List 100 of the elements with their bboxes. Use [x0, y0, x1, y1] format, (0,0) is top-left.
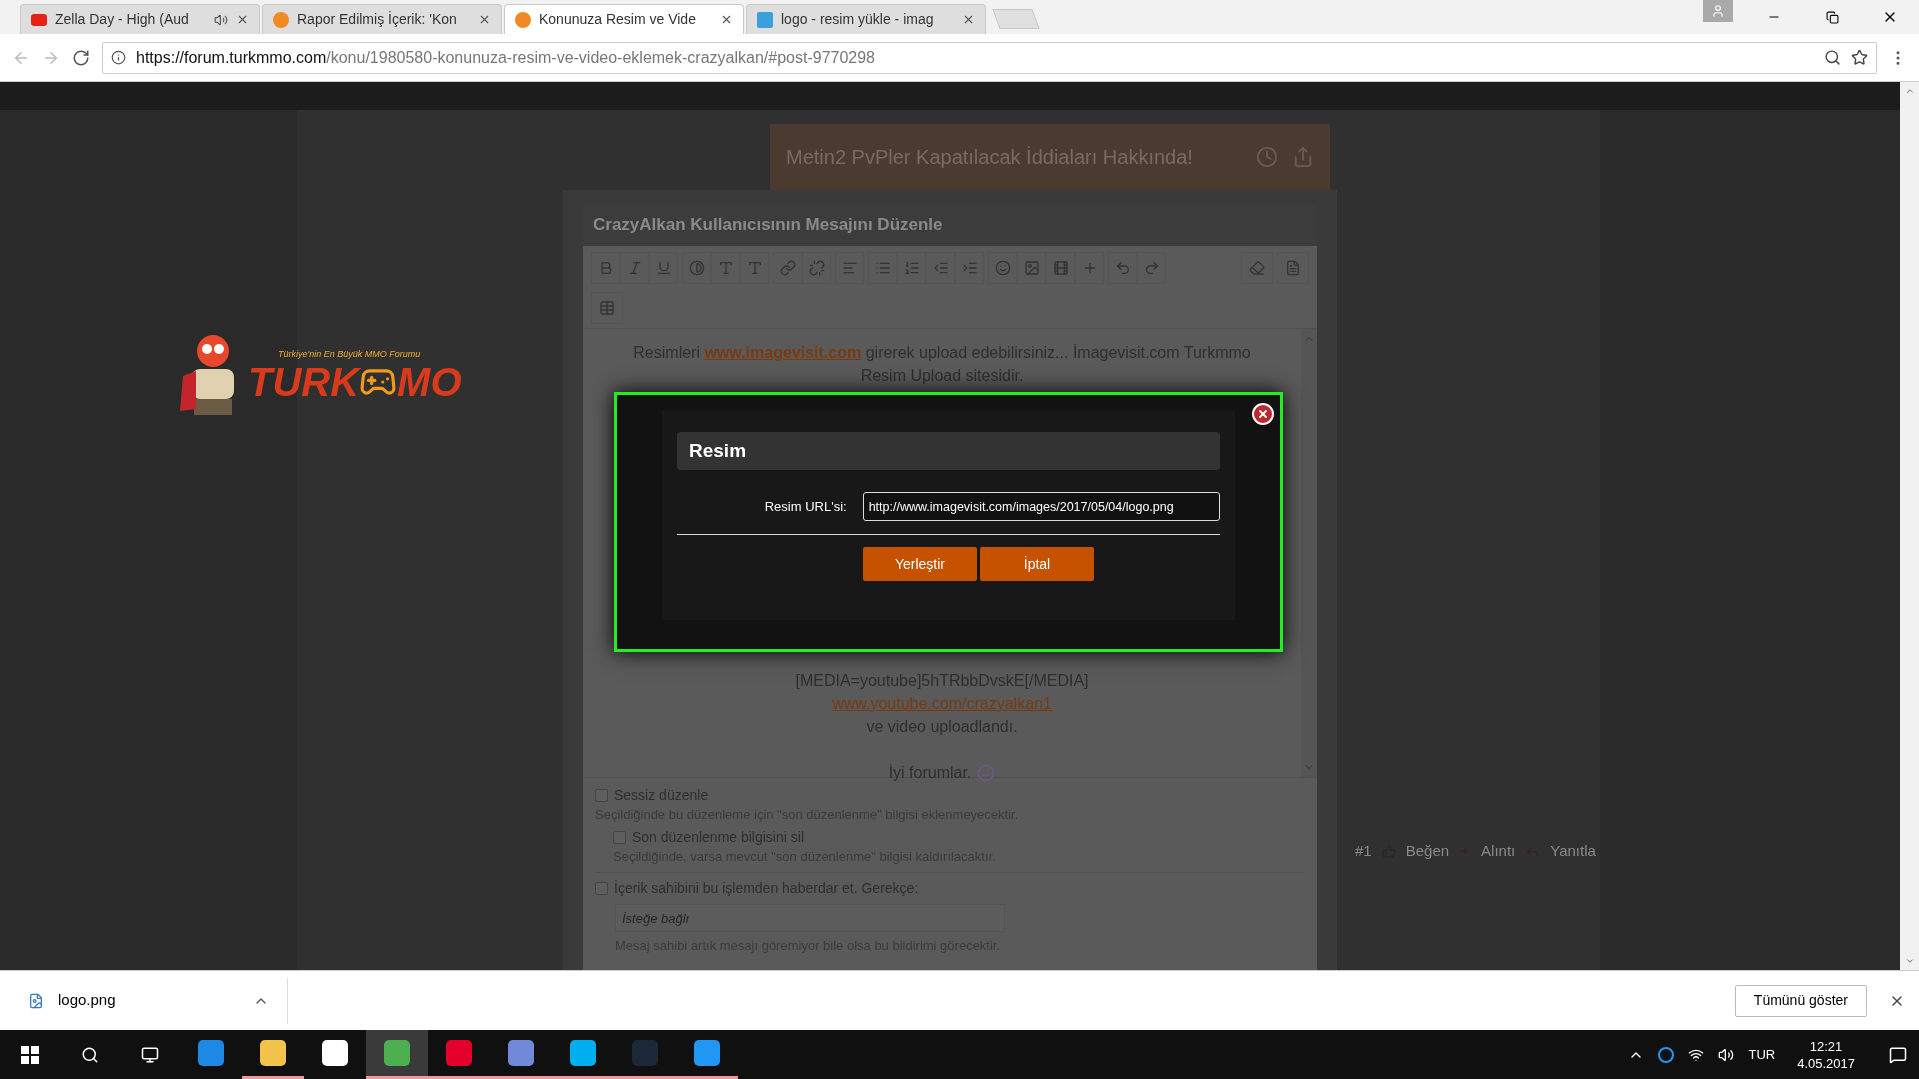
toolbar-button[interactable] [740, 252, 769, 284]
tab-title: Konunuza Resim ve Vide [539, 10, 697, 29]
page-scrollbar[interactable] [1900, 82, 1919, 970]
scroll-down-icon[interactable] [1904, 956, 1915, 966]
clock[interactable]: 12:21 4.05.2017 [1789, 1037, 1863, 1072]
toolbar-button[interactable] [1137, 252, 1166, 284]
link-icon [779, 260, 796, 276]
app-icon [570, 1040, 596, 1066]
quote-link[interactable]: Alıntı [1481, 840, 1516, 863]
zoom-icon[interactable] [1824, 49, 1841, 66]
toolbar-button[interactable] [1075, 252, 1104, 284]
profile-button[interactable] [1703, 0, 1733, 22]
logo-tagline: Türkiye'nin En Büyük MMO Forumu [278, 348, 422, 362]
url-text: https://forum.turkmmo.com/konu/1980580-konunuza-resim-ve-video-eklemek-crazyalkan/#post-9770298 [136, 47, 875, 68]
address-field[interactable]: https://forum.turkmmo.com/konu/1980580-konunuza-resim-ve-video-eklemek-crazyalkan/#post-9770298 [102, 41, 1877, 74]
browser-tab[interactable]: Zella Day - High (Aud [20, 4, 260, 34]
scroll-up-icon[interactable] [1904, 86, 1915, 96]
toolbar-button[interactable] [591, 252, 620, 284]
post-number[interactable]: #1 [1355, 840, 1372, 863]
text-size-icon [717, 260, 734, 276]
checkbox[interactable] [613, 831, 626, 844]
dialog-button[interactable]: İptal [980, 547, 1094, 581]
toolbar-button[interactable] [1108, 252, 1137, 284]
close-icon [1257, 408, 1269, 420]
toolbar-button[interactable] [835, 252, 864, 284]
show-all-button[interactable]: Tümünü göster [1734, 984, 1867, 1017]
app-icon [260, 1040, 286, 1066]
windows-logo-icon [21, 1045, 39, 1064]
toolbar-button[interactable] [868, 252, 897, 284]
restore-icon [1825, 10, 1839, 24]
toolbar-button[interactable] [591, 292, 623, 324]
toolbar-button[interactable] [773, 252, 802, 284]
align-left-icon [841, 260, 858, 276]
logo-wordmark: MO [397, 361, 462, 402]
app-icon [384, 1040, 410, 1066]
bookmark-star-icon[interactable] [1851, 49, 1868, 66]
toolbar-button[interactable] [926, 252, 955, 284]
toolbar-button[interactable] [649, 252, 678, 284]
toolbar-button[interactable] [955, 252, 984, 284]
scrollbar[interactable] [1301, 329, 1317, 777]
eraser-icon [1249, 260, 1265, 276]
tab-title: logo - resim yükle - imag [781, 10, 935, 29]
browser-tab[interactable]: Rapor Edilmiş İçerik: 'Kon [262, 4, 502, 34]
close-icon[interactable] [478, 13, 491, 26]
url-field[interactable]: http://www.imagevisit.com/images/2017/05/04/logo.png [862, 492, 1220, 521]
app-icon [694, 1040, 720, 1066]
outdent-icon [932, 260, 949, 276]
smiley-icon [977, 763, 996, 782]
bullet-list-icon [874, 260, 891, 276]
browser-tab[interactable]: logo - resim yükle - imag [746, 4, 986, 34]
table-icon [599, 300, 615, 316]
redo-icon [1143, 260, 1160, 276]
notification-icon[interactable] [1889, 1045, 1907, 1064]
numbered-list-icon [903, 260, 920, 276]
like-link[interactable]: Beğen [1405, 840, 1450, 863]
unlink-icon [808, 260, 825, 276]
image-icon [1023, 260, 1040, 276]
speaker-icon[interactable] [1718, 1046, 1735, 1063]
toolbar-button[interactable] [620, 252, 649, 284]
toolbar-button[interactable] [802, 252, 831, 284]
language-indicator[interactable]: TUR [1748, 1044, 1776, 1065]
clock-icon [1256, 146, 1278, 168]
dialog-button[interactable]: Yerleştir [863, 547, 977, 581]
share-icon[interactable] [1292, 146, 1314, 168]
undo-icon [1114, 260, 1131, 276]
toolbar-button[interactable] [711, 252, 740, 284]
film-icon [1052, 260, 1069, 276]
toolbar-button[interactable] [682, 252, 711, 284]
field-label: Resim URL'si: [763, 497, 847, 516]
underline-icon [655, 260, 672, 276]
search-icon [81, 1045, 99, 1064]
toolbar-button[interactable] [897, 252, 926, 284]
new-tab-button[interactable] [992, 9, 1040, 29]
toolbar-button[interactable] [1046, 252, 1075, 284]
toolbar-button[interactable] [1017, 252, 1046, 284]
browser-tab[interactable]: Konunuza Resim ve Vide [504, 4, 744, 34]
app-icon [446, 1040, 472, 1066]
reload-icon[interactable] [72, 48, 90, 67]
toolbar-button[interactable] [1277, 252, 1309, 284]
reply-link[interactable]: Yanıtla [1550, 840, 1596, 863]
close-icon[interactable] [720, 13, 733, 26]
checkbox[interactable] [595, 882, 608, 895]
tab-title: Zella Day - High (Aud [55, 10, 190, 29]
app-icon [322, 1040, 348, 1066]
app-icon [198, 1040, 224, 1066]
close-button[interactable] [1252, 403, 1274, 425]
app-icon [508, 1040, 534, 1066]
checkbox[interactable] [595, 789, 608, 802]
person-icon [1711, 4, 1725, 18]
dialog-header: Resim [677, 432, 1220, 470]
toolbar-button[interactable] [1241, 252, 1273, 284]
task-view-icon [141, 1045, 159, 1064]
tray-app-icon[interactable] [1658, 1046, 1675, 1063]
close-icon[interactable] [236, 13, 249, 26]
toolbar-button[interactable] [988, 252, 1017, 284]
site-logo-icon [757, 11, 773, 28]
file-icon [28, 992, 44, 1009]
close-icon[interactable] [962, 13, 975, 26]
info-icon [111, 50, 126, 65]
download-item[interactable]: logo.png [0, 977, 288, 1024]
